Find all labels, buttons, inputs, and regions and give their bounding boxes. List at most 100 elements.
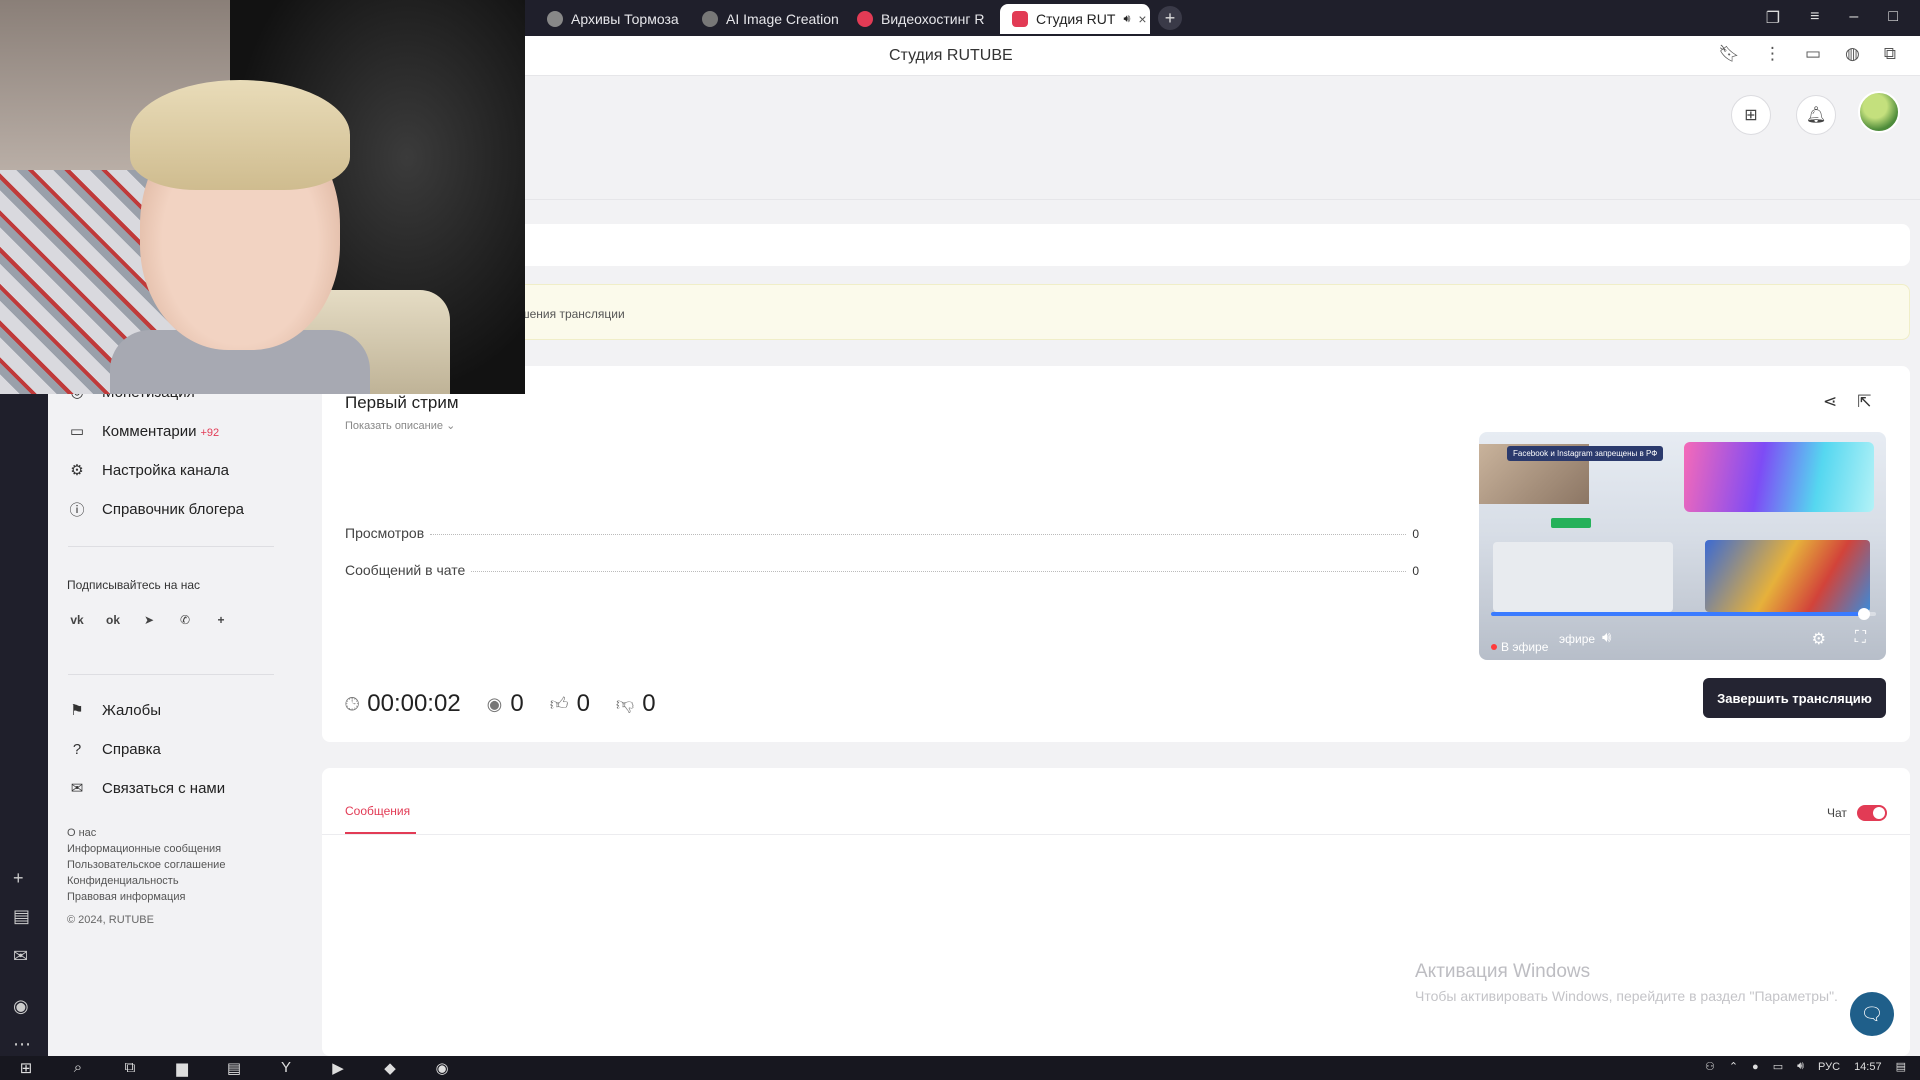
- fullscreen-icon[interactable]: ⛶: [1855, 629, 1866, 647]
- network-people-icon[interactable]: ⚇: [1705, 1060, 1715, 1073]
- settings-icon[interactable]: ⚙: [1812, 629, 1826, 649]
- sidebar-item-help[interactable]: ? Справка: [68, 740, 161, 758]
- preview-progress-fill: [1491, 612, 1865, 616]
- volume-tray-icon[interactable]: 🔊︎: [1797, 1060, 1804, 1073]
- show-description-link[interactable]: Показать описание ⌄: [345, 419, 455, 432]
- collections-icon[interactable]: ❐: [1766, 8, 1780, 28]
- more-icon[interactable]: ⋮: [1764, 44, 1781, 64]
- wifi-icon[interactable]: ▭: [1773, 1060, 1783, 1073]
- media-icon[interactable]: ▶: [326, 1059, 350, 1077]
- vpn-icon[interactable]: ◍: [1845, 44, 1860, 64]
- footer-link[interactable]: О нас: [67, 825, 225, 841]
- mail-icon: ✉: [70, 780, 84, 797]
- subscribe-label: Подписывайтесь на нас: [67, 578, 201, 592]
- browser-tab[interactable]: AI Image Creation: [690, 4, 845, 34]
- sidebar-item-channel-settings[interactable]: ⚙ Настройка канала: [68, 461, 229, 480]
- yandex-browser-icon[interactable]: Y: [274, 1059, 298, 1077]
- stream-counters: 🕒︎ 00:00:02 ◉ 0 👍︎ 0 👎︎ 0: [345, 690, 656, 718]
- preview-progress-bar[interactable]: [1491, 608, 1876, 620]
- roblox-icon[interactable]: ◆: [378, 1059, 402, 1077]
- sidebar-item-label: Справочник блогера: [102, 500, 245, 518]
- windows-start-icon[interactable]: ⊞: [14, 1059, 38, 1077]
- bookmark-icon[interactable]: 🔖︎: [1718, 44, 1740, 64]
- browser-tab-label: Архивы Тормоза: [571, 11, 679, 27]
- vk-icon[interactable]: vk: [67, 610, 87, 630]
- preview-button-shape: [1551, 518, 1591, 528]
- browser-tab-active[interactable]: Студия RUT 🔊︎ ×: [1000, 4, 1150, 34]
- live-indicator: В эфире: [1491, 640, 1548, 654]
- sidebar-item-contact[interactable]: ✉ Связаться с нами: [68, 779, 225, 798]
- support-chat-button[interactable]: 🗨︎: [1850, 992, 1894, 1036]
- tabs-divider: [322, 834, 1910, 835]
- stat-label: Просмотров: [345, 525, 425, 541]
- volume-icon[interactable]: 🔊︎: [1602, 629, 1611, 646]
- notifications-tray-icon[interactable]: ▤: [1896, 1060, 1906, 1073]
- video-preview[interactable]: Facebook и Instagram запрещены в РФ В эф…: [1479, 432, 1886, 660]
- maximize-icon[interactable]: □: [1888, 8, 1898, 28]
- dislikes-value: 0: [642, 690, 656, 717]
- stat-row-chat-messages: Сообщений в чате 0: [345, 562, 1419, 578]
- browser-tab-label: Видеохостинг R: [881, 11, 985, 27]
- chevron-down-icon: ⌄: [446, 420, 456, 432]
- address-title[interactable]: Студия RUTUBE: [889, 47, 1013, 65]
- preview-art: [1684, 442, 1874, 512]
- thumbs-down-icon: 👎︎: [615, 694, 635, 714]
- cast-icon[interactable]: ▭: [1805, 44, 1821, 64]
- footer-link[interactable]: Правовая информация: [67, 889, 225, 905]
- sidebar-item-comments[interactable]: ▭ Комментарии +92: [68, 422, 219, 441]
- add-icon[interactable]: +: [13, 868, 24, 889]
- clock[interactable]: 14:57: [1854, 1061, 1882, 1073]
- obs-icon[interactable]: ◉: [430, 1059, 454, 1077]
- telegram-icon[interactable]: ➤: [139, 610, 159, 630]
- browser-tab-label: Студия RUT: [1036, 11, 1116, 27]
- upload-button[interactable]: ⊞: [1731, 95, 1771, 135]
- menu-icon[interactable]: ≡: [1810, 8, 1819, 28]
- new-tab-button[interactable]: +: [1158, 6, 1182, 30]
- chat-toggle-switch[interactable]: [1856, 805, 1887, 821]
- more-dots-icon[interactable]: ⋯: [13, 1034, 31, 1055]
- footer-link[interactable]: Информационные сообщения: [67, 841, 225, 857]
- notepad-icon[interactable]: ▤: [222, 1059, 246, 1077]
- footer-link[interactable]: Конфиденциальность: [67, 873, 225, 889]
- plus-icon[interactable]: +: [211, 610, 231, 630]
- language-indicator[interactable]: РУС: [1818, 1061, 1840, 1073]
- dislikes-counter: 👎︎ 0: [616, 690, 656, 718]
- app-icon[interactable]: ▤: [13, 906, 30, 927]
- footer-link[interactable]: Пользовательское соглашение: [67, 857, 225, 873]
- stat-dots: [471, 571, 1407, 572]
- extensions-icon[interactable]: ⧉: [1884, 44, 1896, 64]
- search-icon[interactable]: ⌕: [66, 1059, 90, 1077]
- close-tab-icon[interactable]: ×: [1138, 11, 1146, 27]
- ok-icon[interactable]: ok: [103, 610, 123, 630]
- sidebar-item-blogger-guide[interactable]: ⓘ Справочник блогера: [68, 500, 245, 519]
- chat-toggle[interactable]: Чат: [1827, 805, 1887, 821]
- stat-label: Сообщений в чате: [345, 562, 466, 578]
- info-banner-text: шения трансляции: [520, 307, 625, 321]
- tab-audio-icon[interactable]: 🔊︎: [1123, 13, 1130, 26]
- preview-progress-knob[interactable]: [1858, 608, 1871, 620]
- alice-icon[interactable]: ◉: [13, 996, 29, 1017]
- top-card: [500, 224, 1910, 266]
- file-explorer-icon[interactable]: ▆: [170, 1059, 194, 1077]
- minimize-icon[interactable]: –: [1849, 8, 1858, 28]
- notifications-button[interactable]: 🔔︎: [1796, 95, 1836, 135]
- duration-value: 00:00:02: [367, 690, 461, 717]
- user-icon: ◉: [486, 693, 503, 714]
- share-icon[interactable]: ⋖: [1823, 392, 1837, 412]
- copyright: © 2024, RUTUBE: [67, 914, 154, 926]
- browser-tab[interactable]: Архивы Тормоза: [535, 4, 690, 34]
- tab-messages[interactable]: Сообщения: [345, 804, 410, 818]
- tray-app-icon[interactable]: ●: [1752, 1061, 1759, 1073]
- sidebar-item-complaints[interactable]: ⚑ Жалобы: [68, 701, 161, 720]
- tray-chevron-icon[interactable]: ⌃: [1729, 1060, 1738, 1073]
- duration-counter: 🕒︎ 00:00:02: [345, 690, 461, 718]
- windows-activation-subtitle: Чтобы активировать Windows, перейдите в …: [1415, 988, 1838, 1004]
- stat-dots: [430, 534, 1407, 535]
- viber-icon[interactable]: ✆: [175, 610, 195, 630]
- task-view-icon[interactable]: ⧉: [118, 1059, 142, 1077]
- external-link-icon[interactable]: ⇱: [1857, 392, 1871, 412]
- end-stream-button[interactable]: Завершить трансляцию: [1703, 678, 1886, 718]
- mail-app-icon[interactable]: ✉: [13, 946, 28, 967]
- avatar[interactable]: [1858, 91, 1900, 133]
- browser-tab[interactable]: Видеохостинг R: [845, 4, 1000, 34]
